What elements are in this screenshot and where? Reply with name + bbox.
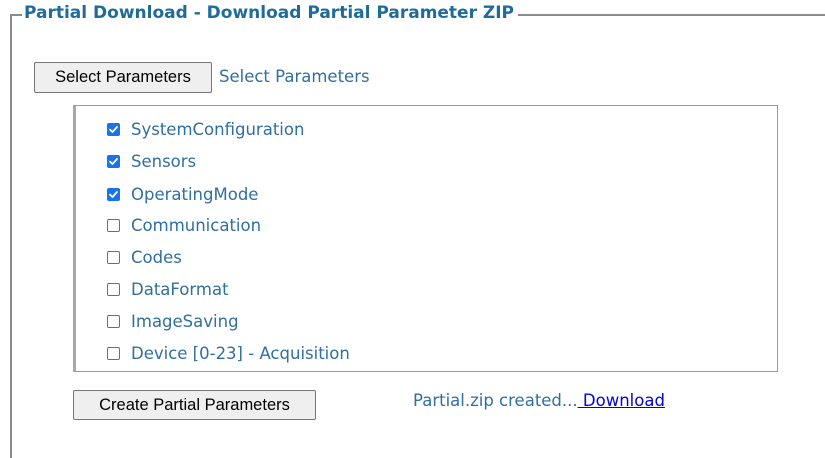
param-item-communication[interactable]: Communication <box>107 212 261 238</box>
param-label: Codes <box>131 247 182 267</box>
select-parameters-button[interactable]: Select Parameters <box>34 62 212 93</box>
param-label: Sensors <box>131 151 197 171</box>
section-legend: Partial Download - Download Partial Para… <box>22 3 519 23</box>
check-icon <box>109 157 118 165</box>
param-item-operatingmode[interactable]: OperatingMode <box>107 181 258 207</box>
parameter-list[interactable]: SystemConfiguration Sensors OperatingMod… <box>73 105 778 372</box>
param-item-device-acquisition[interactable]: Device [0-23] - Acquisition <box>107 340 350 366</box>
checkbox[interactable] <box>107 122 120 136</box>
param-item-codes[interactable]: Codes <box>107 244 182 270</box>
checkbox[interactable] <box>107 250 120 264</box>
select-parameters-link[interactable]: Select Parameters <box>219 67 370 86</box>
create-partial-parameters-button[interactable]: Create Partial Parameters <box>73 390 316 420</box>
checkbox[interactable] <box>107 346 120 360</box>
param-label: SystemConfiguration <box>131 119 305 139</box>
param-item-sensors[interactable]: Sensors <box>107 148 196 174</box>
param-item-systemconfiguration[interactable]: SystemConfiguration <box>107 116 304 142</box>
param-label: Device [0-23] - Acquisition <box>131 343 350 363</box>
fieldset-border-left <box>10 14 12 458</box>
checkbox[interactable] <box>107 218 120 232</box>
checkbox[interactable] <box>107 314 120 328</box>
param-label: ImageSaving <box>131 311 239 331</box>
status-message: Partial.zip created... Download <box>413 391 665 410</box>
param-label: DataFormat <box>131 279 229 299</box>
param-label: Communication <box>131 215 262 235</box>
check-icon <box>109 125 118 133</box>
checkbox[interactable] <box>107 282 120 296</box>
check-icon <box>109 190 118 198</box>
param-item-imagesaving[interactable]: ImageSaving <box>107 308 239 334</box>
param-item-dataformat[interactable]: DataFormat <box>107 276 229 302</box>
param-label: OperatingMode <box>131 184 259 204</box>
checkbox[interactable] <box>107 154 120 168</box>
status-text: Partial.zip created... <box>413 391 578 410</box>
checkbox[interactable] <box>107 187 120 201</box>
download-link[interactable]: Download <box>578 391 665 410</box>
